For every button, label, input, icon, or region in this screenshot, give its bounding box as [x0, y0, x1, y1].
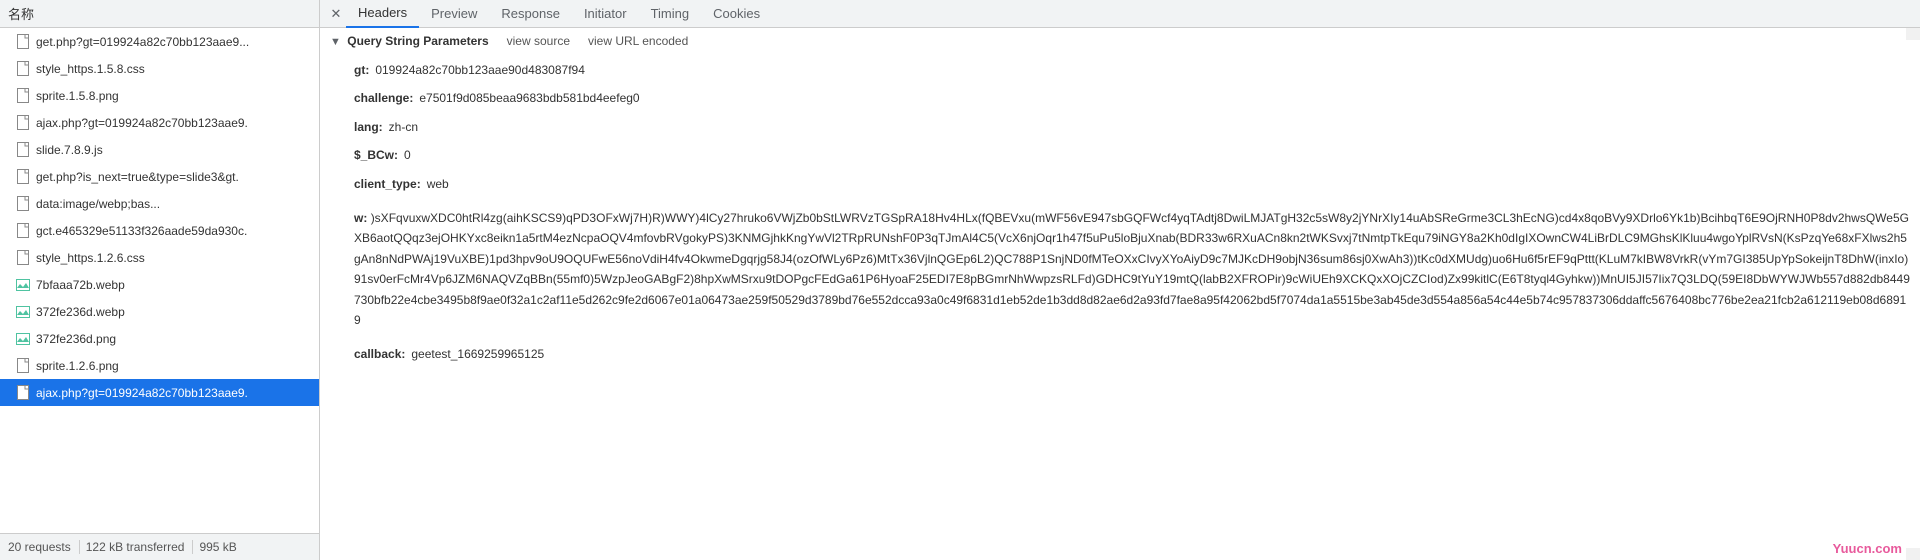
tab-timing[interactable]: Timing — [639, 0, 702, 28]
tab-initiator[interactable]: Initiator — [572, 0, 639, 28]
document-file-icon — [16, 358, 30, 374]
param-val-challenge: e7501f9d085beaa9683bdb581bd4eefeg0 — [419, 88, 639, 108]
document-file-icon — [16, 61, 30, 77]
image-file-icon — [16, 331, 30, 347]
param-key-challenge: challenge: — [354, 88, 413, 108]
tab-preview[interactable]: Preview — [419, 0, 489, 28]
tab-cookies[interactable]: Cookies — [701, 0, 772, 28]
param-key-lang: lang: — [354, 117, 383, 137]
file-name: style_https.1.2.6.css — [36, 251, 145, 265]
column-header-name[interactable]: 名称 — [0, 0, 319, 28]
document-file-icon — [16, 223, 30, 239]
file-name: style_https.1.5.8.css — [36, 62, 145, 76]
details-tab-bar: ✕ HeadersPreviewResponseInitiatorTimingC… — [320, 0, 1920, 28]
document-file-icon — [16, 385, 30, 401]
file-name: 7bfaaa72b.webp — [36, 278, 125, 292]
view-url-encoded-link[interactable]: view URL encoded — [588, 34, 688, 48]
params-block: gt: 019924a82c70bb123aae90d483087f94 chal… — [330, 50, 1910, 204]
file-row[interactable]: gct.e465329e51133f326aade59da930c. — [0, 217, 319, 244]
file-row[interactable]: ajax.php?gt=019924a82c70bb123aae9. — [0, 379, 319, 406]
param-key-gt: gt: — [354, 60, 369, 80]
param-val-w: )sXFqvuxwXDC0htRl4zg(aihKSCS9)qPD3OFxWj7… — [354, 211, 1910, 327]
file-name: get.php?is_next=true&type=slide3&gt. — [36, 170, 239, 184]
details-panel: ✕ HeadersPreviewResponseInitiatorTimingC… — [320, 0, 1920, 560]
param-key-w: w: — [354, 211, 367, 225]
scroll-down-icon[interactable] — [1906, 548, 1920, 560]
param-w: w: )sXFqvuxwXDC0htRl4zg(aihKSCS9)qPD3OFx… — [330, 204, 1910, 334]
file-list: get.php?gt=019924a82c70bb123aae9... style… — [0, 28, 319, 533]
param-key-client-type: client_type: — [354, 174, 421, 194]
file-row[interactable]: get.php?is_next=true&type=slide3&gt. — [0, 163, 319, 190]
status-item: 20 requests — [8, 540, 80, 554]
file-row[interactable]: 372fe236d.png — [0, 325, 319, 352]
document-file-icon — [16, 142, 30, 158]
param-val-client-type: web — [427, 174, 449, 194]
network-file-panel: 名称 get.php?gt=019924a82c70bb123aae9... st… — [0, 0, 320, 560]
param-key-callback: callback: — [354, 344, 405, 364]
close-icon[interactable]: ✕ — [326, 6, 346, 22]
file-row[interactable]: get.php?gt=019924a82c70bb123aae9... — [0, 28, 319, 55]
file-name: ajax.php?gt=019924a82c70bb123aae9. — [36, 116, 248, 130]
disclosure-triangle-icon[interactable]: ▼ — [330, 36, 341, 48]
document-file-icon — [16, 250, 30, 266]
file-row[interactable]: style_https.1.5.8.css — [0, 55, 319, 82]
param-val-callback: geetest_1669259965125 — [411, 344, 544, 364]
file-name: slide.7.8.9.js — [36, 143, 103, 157]
section-title: Query String Parameters — [347, 34, 488, 48]
file-name: 372fe236d.png — [36, 332, 116, 346]
param-val-lang: zh-cn — [389, 117, 418, 137]
status-item: 122 kB transferred — [86, 540, 194, 554]
section-header: ▼ Query String Parameters view source vi… — [330, 32, 1910, 50]
file-name: gct.e465329e51133f326aade59da930c. — [36, 224, 247, 238]
status-bar: 20 requests 122 kB transferred 995 kB — [0, 533, 319, 560]
param-val-gt: 019924a82c70bb123aae90d483087f94 — [375, 60, 585, 80]
file-name: get.php?gt=019924a82c70bb123aae9... — [36, 35, 249, 49]
headers-content: ▼ Query String Parameters view source vi… — [320, 28, 1920, 560]
document-file-icon — [16, 34, 30, 50]
image-file-icon — [16, 277, 30, 293]
document-file-icon — [16, 115, 30, 131]
file-name: sprite.1.2.6.png — [36, 359, 119, 373]
status-item: 995 kB — [199, 540, 244, 554]
tab-headers[interactable]: Headers — [346, 0, 419, 28]
file-name: ajax.php?gt=019924a82c70bb123aae9. — [36, 386, 248, 400]
param-val-bcw: 0 — [404, 145, 411, 165]
image-file-icon — [16, 304, 30, 320]
file-name: sprite.1.5.8.png — [36, 89, 119, 103]
document-file-icon — [16, 88, 30, 104]
scroll-up-icon[interactable] — [1906, 28, 1920, 40]
document-file-icon — [16, 196, 30, 212]
file-row[interactable]: sprite.1.2.6.png — [0, 352, 319, 379]
tab-response[interactable]: Response — [489, 0, 572, 28]
file-row[interactable]: 7bfaaa72b.webp — [0, 271, 319, 298]
document-file-icon — [16, 169, 30, 185]
file-name: 372fe236d.webp — [36, 305, 125, 319]
view-source-link[interactable]: view source — [507, 34, 570, 48]
file-row[interactable]: slide.7.8.9.js — [0, 136, 319, 163]
param-key-bcw: $_BCw: — [354, 145, 398, 165]
file-row[interactable]: ajax.php?gt=019924a82c70bb123aae9. — [0, 109, 319, 136]
file-row[interactable]: sprite.1.5.8.png — [0, 82, 319, 109]
file-row[interactable]: style_https.1.2.6.css — [0, 244, 319, 271]
file-row[interactable]: 372fe236d.webp — [0, 298, 319, 325]
file-row[interactable]: data:image/webp;bas... — [0, 190, 319, 217]
file-name: data:image/webp;bas... — [36, 197, 160, 211]
params-block-2: callback: geetest_1669259965125 — [330, 334, 1910, 374]
